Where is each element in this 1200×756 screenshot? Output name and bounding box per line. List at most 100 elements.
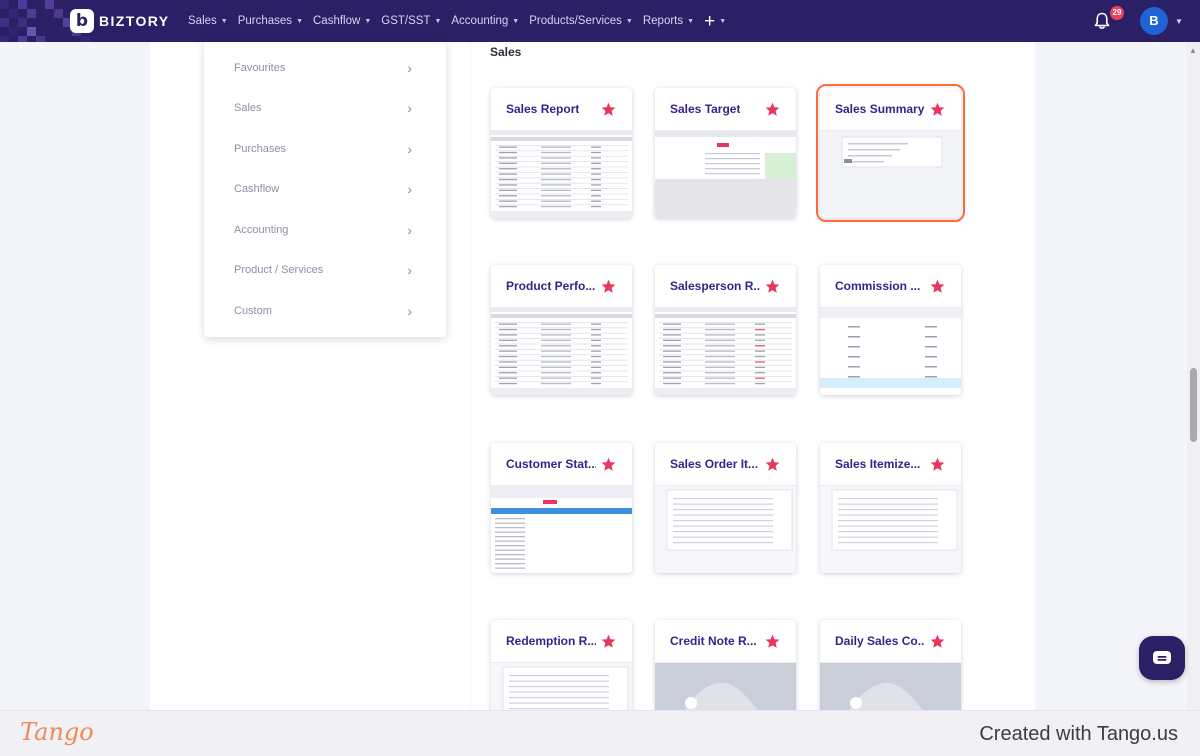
favourite-star-icon[interactable] <box>601 102 616 117</box>
report-card[interactable]: Customer Stat... <box>491 443 632 573</box>
chevron-right-icon: › <box>407 60 412 76</box>
chevron-down-icon: ▼ <box>364 17 372 25</box>
plus-icon: + <box>704 10 716 32</box>
favourite-star-icon[interactable] <box>765 634 780 649</box>
nav-reports[interactable]: Reports ▼ <box>643 15 694 27</box>
nav-products-services[interactable]: Products/Services ▼ <box>529 15 633 27</box>
menu-item-accounting[interactable]: Accounting › <box>204 210 446 250</box>
report-preview <box>820 485 961 573</box>
report-card-title: Sales Order It... <box>670 457 759 471</box>
report-card-header: Commission ... <box>820 265 961 307</box>
favourite-star-icon[interactable] <box>930 279 945 294</box>
nav-gst-sst-label: GST/SST <box>381 15 431 27</box>
chevron-right-icon: › <box>407 181 412 197</box>
report-card-header: Customer Stat... <box>491 443 632 485</box>
report-card-title: Product Perfo... <box>506 279 596 293</box>
tango-credit-text: Created with Tango.us <box>979 723 1178 745</box>
report-card[interactable]: Sales Summary <box>816 84 965 222</box>
nav-products-services-label: Products/Services <box>529 15 622 27</box>
report-card-title: Commission ... <box>835 279 921 293</box>
chat-icon <box>1153 651 1171 664</box>
favourite-star-icon[interactable] <box>930 102 945 117</box>
report-card[interactable]: Sales Order It... <box>655 443 796 573</box>
scroll-up-icon[interactable]: ▲ <box>1189 46 1197 55</box>
nav-cashflow-label: Cashflow <box>313 15 361 27</box>
chat-launcher-button[interactable] <box>1139 636 1185 680</box>
brand-logo[interactable]: b BIZTORY <box>70 9 169 33</box>
report-card[interactable]: Sales Target <box>655 88 796 218</box>
report-card[interactable]: Product Perfo... <box>491 265 632 395</box>
nav-add-button[interactable]: + ▼ <box>704 12 726 31</box>
report-card[interactable]: Sales Itemize... <box>820 443 961 573</box>
nav-accounting[interactable]: Accounting ▼ <box>451 15 519 27</box>
report-card-title: Credit Note R... <box>670 634 757 648</box>
report-card-header: Sales Summary <box>820 88 961 130</box>
nav-sales-label: Sales <box>188 15 217 27</box>
chevron-right-icon: › <box>407 262 412 278</box>
report-card-header: Credit Note R... <box>655 620 796 662</box>
report-card-header: Sales Target <box>655 88 796 130</box>
menu-item-custom[interactable]: Custom › <box>204 291 446 331</box>
chevron-down-icon: ▼ <box>220 17 228 25</box>
chevron-right-icon: › <box>407 222 412 238</box>
favourite-star-icon[interactable] <box>601 634 616 649</box>
chevron-down-icon: ▼ <box>687 17 695 25</box>
report-preview <box>491 130 632 218</box>
brand-name: BIZTORY <box>99 13 170 29</box>
report-preview-image <box>820 131 961 218</box>
report-card-header: Redemption R... <box>491 620 632 662</box>
menu-item-favourites[interactable]: Favourites › <box>204 48 446 88</box>
report-preview-image <box>491 486 632 573</box>
chevron-down-icon: ▼ <box>719 17 727 25</box>
favourite-star-icon[interactable] <box>601 457 616 472</box>
nav-accounting-label: Accounting <box>451 15 509 27</box>
nav-cashflow[interactable]: Cashflow ▼ <box>313 15 371 27</box>
report-preview-image <box>820 486 961 573</box>
nav-sales[interactable]: Sales ▼ <box>188 15 228 27</box>
report-card-title: Daily Sales Co... <box>835 634 925 648</box>
favourite-star-icon[interactable] <box>765 102 780 117</box>
report-card[interactable]: Sales Report <box>491 88 632 218</box>
favourite-star-icon[interactable] <box>765 279 780 294</box>
menu-item-cashflow[interactable]: Cashflow › <box>204 169 446 209</box>
report-preview <box>655 130 796 218</box>
nav-purchases-label: Purchases <box>237 15 293 27</box>
report-preview-image <box>655 308 796 395</box>
favourite-star-icon[interactable] <box>930 634 945 649</box>
report-preview <box>655 485 796 573</box>
logo-icon: b <box>70 9 94 33</box>
menu-item-product-services[interactable]: Product / Services › <box>204 250 446 290</box>
report-card-header: Sales Itemize... <box>820 443 961 485</box>
nav-reports-label: Reports <box>642 15 684 27</box>
menu-item-sales[interactable]: Sales › <box>204 88 446 128</box>
bell-icon[interactable] <box>1094 12 1110 30</box>
page-scrollbar[interactable]: ▲ <box>1187 42 1200 710</box>
report-preview <box>820 307 961 395</box>
report-card[interactable]: Salesperson R... <box>655 265 796 395</box>
nav-gst-sst[interactable]: GST/SST ▼ <box>381 15 441 27</box>
favourite-star-icon[interactable] <box>601 279 616 294</box>
chevron-down-icon: ▼ <box>625 17 633 25</box>
menu-item-label: Purchases <box>234 143 286 155</box>
menu-item-label: Sales <box>234 102 262 114</box>
favourite-star-icon[interactable] <box>930 457 945 472</box>
nav-purchases[interactable]: Purchases ▼ <box>238 15 303 27</box>
right-panel <box>980 42 1035 710</box>
menu-item-label: Custom <box>234 305 272 317</box>
section-title: Sales <box>490 45 522 59</box>
chevron-down-icon[interactable]: ▼ <box>1175 17 1183 26</box>
chevron-down-icon: ▼ <box>512 17 520 25</box>
chevron-right-icon: › <box>407 141 412 157</box>
favourite-star-icon[interactable] <box>765 457 780 472</box>
menu-item-label: Favourites <box>234 62 286 74</box>
menu-item-purchases[interactable]: Purchases › <box>204 129 446 169</box>
main-nav: Sales ▼ Purchases ▼ Cashflow ▼ GST/SST ▼ Acc… <box>188 0 736 42</box>
report-card-header: Sales Order It... <box>655 443 796 485</box>
report-preview-image <box>820 308 961 395</box>
report-preview-image <box>655 486 796 573</box>
chevron-down-icon: ▼ <box>296 17 303 25</box>
scrollbar-thumb[interactable] <box>1190 368 1197 442</box>
user-avatar[interactable]: B <box>1140 7 1168 35</box>
report-preview-image <box>491 308 632 395</box>
report-card[interactable]: Commission ... <box>820 265 961 395</box>
